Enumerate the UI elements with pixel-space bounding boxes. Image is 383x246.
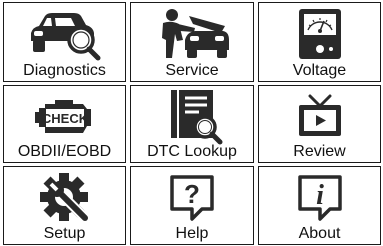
check-engine-icon: CHECK [4,89,125,145]
document-magnifier-icon [131,89,253,145]
review-tile[interactable]: Review [258,85,381,163]
setup-label: Setup [43,225,86,242]
main-menu-grid: Diagnostics Service Voltage CHECK OBDII/… [3,2,381,246]
diagnostics-label: Diagnostics [23,62,106,79]
about-tile[interactable]: i About [258,166,381,245]
car-magnifier-icon [4,6,125,62]
question-icon: ? [131,170,253,226]
about-label: About [298,225,341,242]
dtc-lookup-tile[interactable]: DTC Lookup [130,85,254,163]
diagnostics-tile[interactable]: Diagnostics [3,2,126,82]
help-tile[interactable]: ? Help [130,166,254,245]
voltage-tile[interactable]: Voltage [258,2,381,82]
setup-tile[interactable]: Setup [3,166,126,245]
tv-play-icon [259,89,380,145]
voltmeter-icon [259,6,380,62]
about-glyph: i [316,180,324,211]
gear-wrench-icon [4,170,125,226]
service-tile[interactable]: Service [130,2,254,82]
review-label: Review [293,143,346,160]
obdii-eobd-tile[interactable]: CHECK OBDII/EOBD [3,85,126,163]
service-label: Service [165,62,219,79]
info-icon: i [259,170,380,226]
check-engine-text: CHECK [41,111,88,126]
help-glyph: ? [184,179,200,209]
mechanic-icon [131,6,253,62]
obdii-eobd-label: OBDII/EOBD [17,143,112,160]
dtc-lookup-label: DTC Lookup [147,143,237,160]
voltage-label: Voltage [292,62,347,79]
help-label: Help [175,225,209,242]
